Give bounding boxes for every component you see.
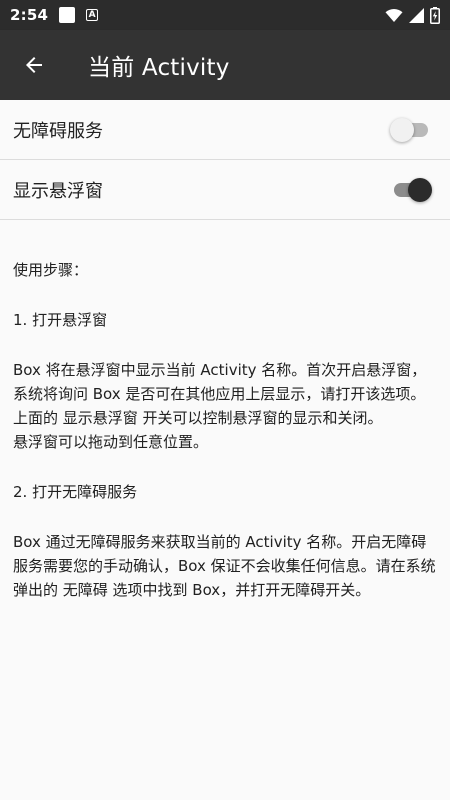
step1-drag-note: 悬浮窗可以拖动到任意位置。 [13,433,209,451]
accessibility-service-label: 无障碍服务 [13,120,103,142]
status-icons [385,6,440,24]
back-button[interactable] [0,30,70,100]
step2-title: 2. 打开无障碍服务 [13,483,138,501]
arrow-back-icon [26,57,42,73]
floating-window-row[interactable]: 显示悬浮窗 [0,160,450,220]
accessibility-service-switch[interactable] [390,115,432,145]
accessibility-service-row[interactable]: 无障碍服务 [0,100,450,160]
switch-thumb [390,117,414,142]
status-bar: 2:54 A [0,0,450,30]
wifi-icon [385,8,403,22]
signal-icon [409,7,424,23]
notification-square-icon [59,7,76,23]
floating-window-switch[interactable] [390,175,432,205]
notification-a-icon: A [86,9,99,21]
floating-window-label: 显示悬浮窗 [13,180,103,202]
instructions: 使用步骤： 1. 打开悬浮窗 Box 将在悬浮窗中显示当前 Activity 名… [13,258,438,602]
instructions-heading: 使用步骤： [13,261,89,279]
status-time: 2:54 [10,6,49,24]
step2-text: Box 通过无障碍服务来获取当前的 Activity 名称。开启无障碍服务需要您… [13,533,436,599]
battery-charging-icon [430,6,440,24]
page-title: 当前 Activity [88,55,230,81]
step1-title: 1. 打开悬浮窗 [13,311,108,329]
switch-thumb [408,177,432,202]
step1-text: Box 将在悬浮窗中显示当前 Activity 名称。首次开启悬浮窗，系统将询问… [13,361,427,403]
app-toolbar: 当前 Activity [0,30,450,100]
step1-switch-note: 上面的 显示悬浮窗 开关可以控制悬浮窗的显示和关闭。 [13,409,383,427]
